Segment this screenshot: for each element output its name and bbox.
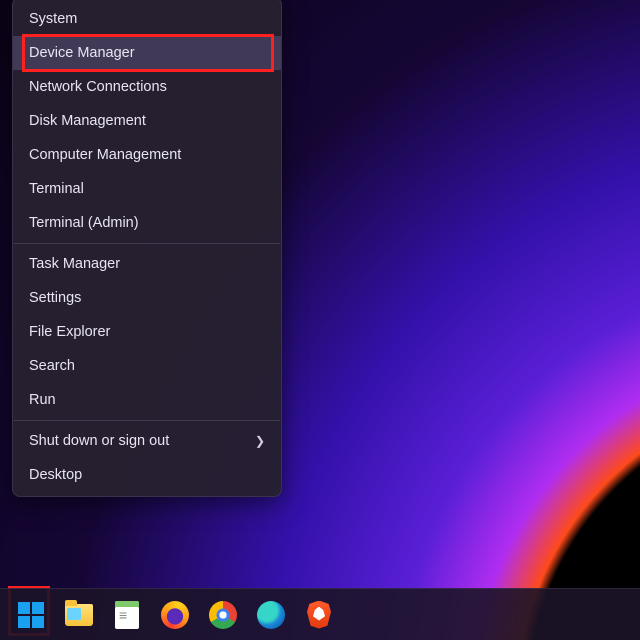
- brave-icon: [307, 601, 331, 629]
- menu-item-task-manager[interactable]: Task Manager: [13, 247, 281, 281]
- menu-separator: [14, 420, 280, 421]
- notepadpp-button[interactable]: [106, 594, 148, 636]
- chrome-button[interactable]: [202, 594, 244, 636]
- brave-button[interactable]: [298, 594, 340, 636]
- menu-separator: [14, 243, 280, 244]
- edge-icon: [257, 601, 285, 629]
- menu-item-computer-management[interactable]: Computer Management: [13, 138, 281, 172]
- chevron-right-icon: ❯: [255, 434, 265, 448]
- menu-item-terminal-admin[interactable]: Terminal (Admin): [13, 206, 281, 240]
- menu-item-device-manager[interactable]: Device Manager: [13, 36, 281, 70]
- edge-button[interactable]: [250, 594, 292, 636]
- taskbar: [0, 588, 640, 640]
- start-button[interactable]: [10, 594, 52, 636]
- notepad-icon: [115, 601, 139, 629]
- folder-icon: [65, 604, 93, 626]
- menu-item-system[interactable]: System: [13, 2, 281, 36]
- menu-item-file-explorer[interactable]: File Explorer: [13, 315, 281, 349]
- menu-item-settings[interactable]: Settings: [13, 281, 281, 315]
- firefox-icon: [161, 601, 189, 629]
- menu-item-desktop[interactable]: Desktop: [13, 458, 281, 492]
- menu-item-network-connections[interactable]: Network Connections: [13, 70, 281, 104]
- menu-item-search[interactable]: Search: [13, 349, 281, 383]
- chrome-icon: [209, 601, 237, 629]
- firefox-button[interactable]: [154, 594, 196, 636]
- menu-item-terminal[interactable]: Terminal: [13, 172, 281, 206]
- file-explorer-button[interactable]: [58, 594, 100, 636]
- menu-item-run[interactable]: Run: [13, 383, 281, 417]
- menu-item-disk-management[interactable]: Disk Management: [13, 104, 281, 138]
- start-icon: [18, 602, 44, 628]
- winx-context-menu: System Device Manager Network Connection…: [12, 0, 282, 497]
- menu-item-shutdown[interactable]: Shut down or sign out ❯: [13, 424, 281, 458]
